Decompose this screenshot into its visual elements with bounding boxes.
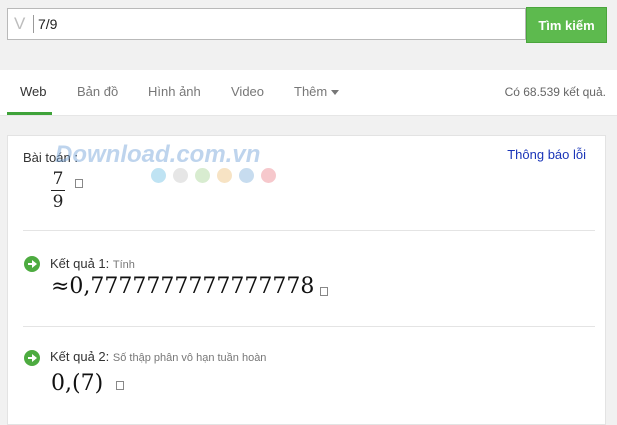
result1-label: Kết quả 1:: [50, 256, 110, 271]
fraction-bar: [51, 190, 65, 191]
search-box[interactable]: V: [7, 8, 526, 40]
result1-value: ≈0,7777777777777778: [51, 274, 315, 299]
result-count: Có 68.539 kết quả.: [504, 85, 606, 99]
top-bar: V Tìm kiếm: [0, 0, 617, 70]
watermark-dot: [195, 168, 210, 183]
problem-fraction: 7 9: [51, 170, 65, 211]
search-separator: [33, 15, 34, 33]
result2-value: 0,(7): [51, 371, 104, 396]
copy-icon[interactable]: [114, 379, 124, 390]
watermark-dot: [173, 168, 188, 183]
caret-down-icon: [331, 90, 340, 96]
watermark: Download.com.vn: [55, 141, 261, 168]
copy-icon[interactable]: [318, 285, 328, 296]
report-error-link[interactable]: Thông báo lỗi: [507, 147, 586, 162]
search-button[interactable]: Tìm kiếm: [526, 7, 607, 43]
math-result-card: Bài toán : Thông báo lỗi 7 9 Kết quả 1: …: [7, 135, 606, 425]
tab-more-label: Thêm: [294, 84, 328, 99]
copy-icon[interactable]: [73, 177, 83, 188]
watermark-dot: [217, 168, 232, 183]
result2-sub: Số thập phân vô hạn tuần hoàn: [112, 352, 267, 364]
tab-images[interactable]: Hình ảnh: [148, 84, 201, 99]
divider: [23, 326, 595, 327]
watermark-dot: [239, 168, 254, 183]
divider: [23, 230, 595, 231]
result2-label: Kết quả 2:: [50, 349, 110, 364]
active-tab-indicator: [7, 112, 52, 115]
result1-heading: Kết quả 1: Tính: [50, 256, 135, 271]
watermark-dots: [151, 168, 276, 183]
tab-map[interactable]: Bản đồ: [77, 84, 118, 99]
result2-heading: Kết quả 2: Số thập phân vô hạn tuần hoàn: [50, 349, 266, 364]
result1-sub: Tính: [112, 259, 135, 271]
fraction-numerator: 7: [52, 169, 64, 189]
fraction-denominator: 9: [52, 192, 64, 212]
tab-more[interactable]: Thêm: [294, 84, 340, 99]
tab-video[interactable]: Video: [231, 84, 264, 99]
tabs-bar: Web Bản đồ Hình ảnh Video Thêm Có 68.539…: [0, 70, 617, 116]
search-input[interactable]: [38, 14, 508, 34]
watermark-dot: [261, 168, 276, 183]
arrow-right-icon: [24, 350, 40, 366]
watermark-dot: [151, 168, 166, 183]
arrow-right-icon: [24, 256, 40, 272]
tab-web[interactable]: Web: [20, 84, 47, 99]
search-logo-icon: V: [14, 14, 26, 33]
